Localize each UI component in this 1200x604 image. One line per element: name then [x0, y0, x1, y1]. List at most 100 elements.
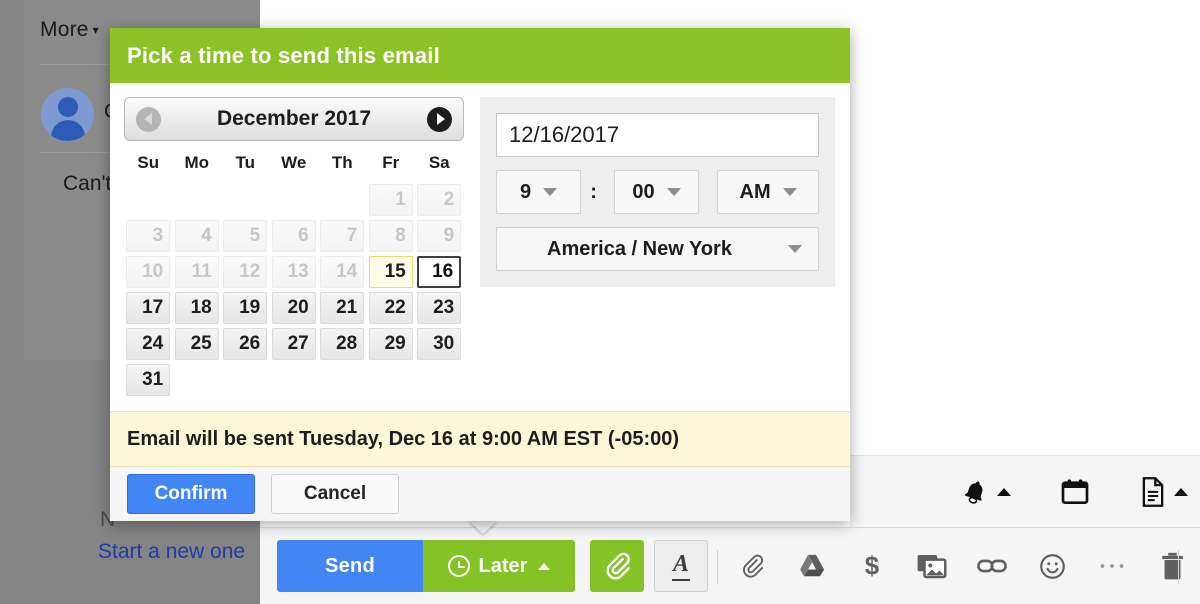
- calendar-day-27[interactable]: 27: [271, 328, 316, 360]
- timezone-select[interactable]: America / New York: [496, 227, 819, 271]
- document-template-icon: [1142, 476, 1164, 507]
- calendar-cell: 30: [415, 326, 464, 362]
- calendar-day-14: 14: [320, 256, 365, 288]
- chevron-down-icon: [782, 188, 797, 196]
- calendar-day-30[interactable]: 30: [417, 328, 462, 360]
- calendar-cell: 7: [318, 218, 367, 254]
- template-button[interactable]: [1139, 476, 1188, 508]
- avatar-head: [57, 97, 78, 117]
- calendar-header: December 2017: [124, 97, 464, 141]
- paperclip-icon: [606, 552, 630, 580]
- caret-up-icon: [538, 562, 551, 570]
- calendar-cell: 24: [124, 326, 173, 362]
- calendar-day-15[interactable]: 15: [368, 256, 413, 288]
- calendar-day-28[interactable]: 28: [320, 328, 365, 360]
- cancel-button[interactable]: Cancel: [271, 474, 399, 514]
- popover-tail: [468, 520, 498, 534]
- calendar-day-3: 3: [126, 220, 171, 252]
- send-later-button[interactable]: Later: [423, 540, 575, 592]
- calendar-cell: 22: [367, 290, 416, 326]
- emoji-icon[interactable]: [1022, 540, 1082, 592]
- calendar-day-22[interactable]: 22: [368, 292, 413, 324]
- calendar-cell: 9: [415, 218, 464, 254]
- calendar-cell: 16: [415, 254, 464, 290]
- trash-icon[interactable]: [1142, 540, 1200, 592]
- calendar-day-31[interactable]: 31: [126, 364, 171, 396]
- minute-select[interactable]: 00: [613, 170, 700, 214]
- calendar-cell-empty: [124, 182, 173, 218]
- insert-photo-icon[interactable]: [902, 540, 962, 592]
- send-later-dialog: Pick a time to send this email December …: [110, 28, 850, 521]
- clock-icon: [447, 555, 470, 577]
- calendar-weekday: Su: [137, 153, 160, 172]
- bell-icon: [964, 480, 983, 504]
- calendar-day-19[interactable]: 19: [223, 292, 268, 324]
- text-format-icon: A: [671, 551, 690, 581]
- attach-file-green-button[interactable]: [590, 540, 644, 592]
- caret-up-icon: [997, 487, 1011, 496]
- calendar-day-8: 8: [368, 220, 413, 252]
- calendar-day-5: 5: [223, 220, 268, 252]
- more-menu-button[interactable]: More ▾: [40, 18, 99, 42]
- paperclip-icon[interactable]: [722, 540, 782, 592]
- calendar-day-18[interactable]: 18: [174, 292, 219, 324]
- formatting-options-button[interactable]: A: [654, 540, 708, 592]
- calendar-cell: 23: [415, 290, 464, 326]
- link-icon[interactable]: [962, 540, 1022, 592]
- ampm-select[interactable]: AM: [717, 170, 820, 214]
- start-a-new-one-link[interactable]: Start a new one: [98, 540, 245, 564]
- calendar-cell-empty: [318, 182, 367, 218]
- google-drive-icon[interactable]: [782, 540, 842, 592]
- minute-value: 00: [632, 180, 655, 203]
- ampm-value: AM: [739, 180, 771, 203]
- chevron-down-icon: [788, 245, 802, 253]
- calendar-cell: 26: [221, 326, 270, 362]
- calendar-cell: 25: [173, 326, 222, 362]
- calendar-cell: 21: [318, 290, 367, 326]
- divider: [717, 550, 718, 584]
- date-picker-calendar: December 2017 Su Mo Tu We Th Fr Sa 1 2 3 4 5 6 7 8 9 10…: [110, 97, 465, 411]
- calendar-day-29[interactable]: 29: [368, 328, 413, 360]
- hour-select[interactable]: 9: [496, 170, 582, 214]
- calendar-cell: 18: [173, 290, 222, 326]
- calendar-day-24[interactable]: 24: [126, 328, 171, 360]
- dialog-header: Pick a time to send this email: [110, 28, 850, 83]
- calendar-cell: 2: [415, 182, 464, 218]
- calendar-cell-empty: [173, 182, 222, 218]
- time-controls-panel: 9 : 00 AM America / New York: [480, 97, 835, 287]
- calendar-day-26[interactable]: 26: [223, 328, 268, 360]
- chevron-left-icon: [143, 113, 152, 125]
- calendar-cell: 12: [221, 254, 270, 290]
- calendar-day-grid: 1 2 3 4 5 6 7 8 9 10 11 12 13 14 15 16 17 18 19 20 21 22 23 24 2…: [124, 182, 464, 398]
- calendar-weekday: Mo: [184, 153, 210, 172]
- calendar-day-25[interactable]: 25: [174, 328, 219, 360]
- calendar-day-10: 10: [126, 256, 171, 288]
- calendar-cell: 8: [367, 218, 416, 254]
- calendar-day-20[interactable]: 20: [271, 292, 316, 324]
- calendar-day-23[interactable]: 23: [417, 292, 462, 324]
- calendar-day-12: 12: [223, 256, 268, 288]
- calendar-day-17[interactable]: 17: [126, 292, 171, 324]
- dollar-icon[interactable]: $: [842, 540, 902, 592]
- next-month-button[interactable]: [427, 106, 452, 132]
- calendar-month-label: December 2017: [216, 107, 372, 130]
- calendar-day-21[interactable]: 21: [320, 292, 365, 324]
- reminder-button[interactable]: [960, 478, 1011, 506]
- previous-month-button[interactable]: [136, 106, 161, 132]
- date-input[interactable]: [496, 113, 819, 157]
- avatar-body: [50, 120, 85, 141]
- timezone-value: America / New York: [547, 237, 732, 260]
- more-options-icon[interactable]: [1082, 540, 1142, 592]
- dialog-footer: Confirm Cancel: [110, 467, 850, 521]
- calendar-insert-button[interactable]: [1059, 476, 1091, 508]
- calendar-day-16[interactable]: 16: [417, 256, 462, 288]
- calendar-cell: 19: [221, 290, 270, 326]
- calendar-cell: 17: [124, 290, 173, 326]
- chevron-down-icon: ▾: [92, 23, 99, 37]
- calendar-day-1: 1: [368, 184, 413, 216]
- confirm-button[interactable]: Confirm: [127, 474, 255, 514]
- calendar-day-13: 13: [271, 256, 316, 288]
- send-later-label: Later: [478, 554, 528, 577]
- screen: More▾ C Can't N Start a new one: [0, 0, 1200, 604]
- send-button[interactable]: Send: [277, 540, 423, 592]
